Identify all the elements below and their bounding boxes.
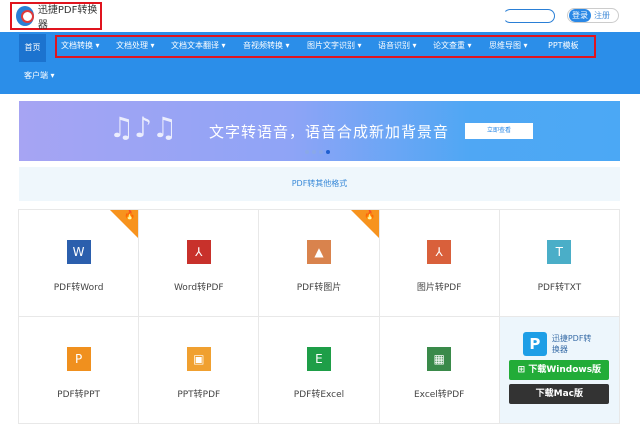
carousel-dot[interactable] [305,150,309,154]
tool-card[interactable]: ⅄ Word转PDF [138,209,260,317]
carousel-dot[interactable] [319,150,323,154]
music-notes-icon: ♫♪♫ [109,111,178,144]
app-logo-icon: P [522,332,547,356]
nav-home[interactable]: 首页 [19,34,46,62]
download-panel: P 迅捷PDF转换器 ⊞ 下载Windows版 下载Mac版 [498,316,620,424]
tool-label: 图片转PDF [416,283,462,293]
tool-label: Word转PDF [173,283,224,293]
app-name: 迅捷PDF转换器 [551,334,592,354]
tool-label: PDF转PPT [57,390,101,400]
tool-label: PDF转TXT [537,283,582,293]
download-mac-label: 下载Mac版 [535,389,584,399]
logo[interactable]: 迅捷PDF转换器 [10,2,102,31]
download-windows-label: 下载Windows版 [528,365,602,375]
tool-card[interactable]: ⅄ 图片转PDF [378,209,500,317]
tool-label: PDF转图片 [296,283,342,293]
header: 迅捷PDF转换器 登录 注册 [0,0,640,32]
download-mac-button[interactable]: 下载Mac版 [509,384,610,404]
banner[interactable]: ♫♪♫ 文字转语音，语音合成新加背景音 立即查看 [19,101,620,161]
download-windows-button[interactable]: ⊞ 下载Windows版 [509,360,610,380]
tool-label: PPT转PDF [177,390,221,400]
file-icon: W [66,240,91,264]
search-box[interactable] [503,9,555,23]
login-button[interactable]: 登录 [569,9,591,22]
file-icon: ▣ [186,347,211,371]
tool-label: Excel转PDF [413,390,465,400]
windows-icon: ⊞ [517,365,526,375]
file-icon: P [66,347,91,371]
tool-card[interactable]: E PDF转Excel [258,316,380,424]
hot-badge: 🔥 [110,210,139,238]
register-button[interactable]: 注册 [591,10,610,21]
hot-badge: 🔥 [350,210,379,238]
tool-card[interactable]: P PDF转PPT [18,316,140,424]
tool-label: PDF转Word [53,283,104,293]
tool-card[interactable]: ▦ Excel转PDF [378,316,500,424]
tool-label: PDF转Excel [293,390,345,400]
file-icon: T [547,240,572,264]
tool-card[interactable]: ▣ PPT转PDF [138,316,260,424]
nav-highlight [55,35,596,58]
carousel-dot[interactable] [312,150,316,154]
tool-grid: W PDF转Word 🔥 ⅄ Word转PDF ▲ PDF转图片 🔥 ⅄ 图片转PDF T PDF转T… [18,209,620,424]
banner-text: 文字转语音，语音合成新加背景音 [209,123,450,141]
file-icon: E [306,347,331,371]
fire-icon: 🔥 [123,211,136,221]
tool-card[interactable]: W PDF转Word 🔥 [18,209,140,317]
tool-card[interactable]: T PDF转TXT [498,209,620,317]
carousel-dots [305,150,330,154]
auth-buttons: 登录 注册 [567,8,619,23]
banner-button[interactable]: 立即查看 [465,123,533,139]
logo-icon [16,6,34,26]
logo-text: 迅捷PDF转换器 [37,5,98,31]
tool-card[interactable]: ▲ PDF转图片 🔥 [258,209,380,317]
nav-label: 客户端 [24,71,48,80]
fire-icon: 🔥 [364,211,376,221]
file-icon: ⅄ [427,240,452,264]
file-icon: ▲ [306,240,331,264]
file-icon: ⅄ [186,240,211,264]
nav-client[interactable]: 客户端 ▾ [24,64,55,88]
section-title: PDF转其他格式 [19,167,620,201]
carousel-dot-active[interactable] [326,150,330,154]
file-icon: ▦ [427,347,452,371]
